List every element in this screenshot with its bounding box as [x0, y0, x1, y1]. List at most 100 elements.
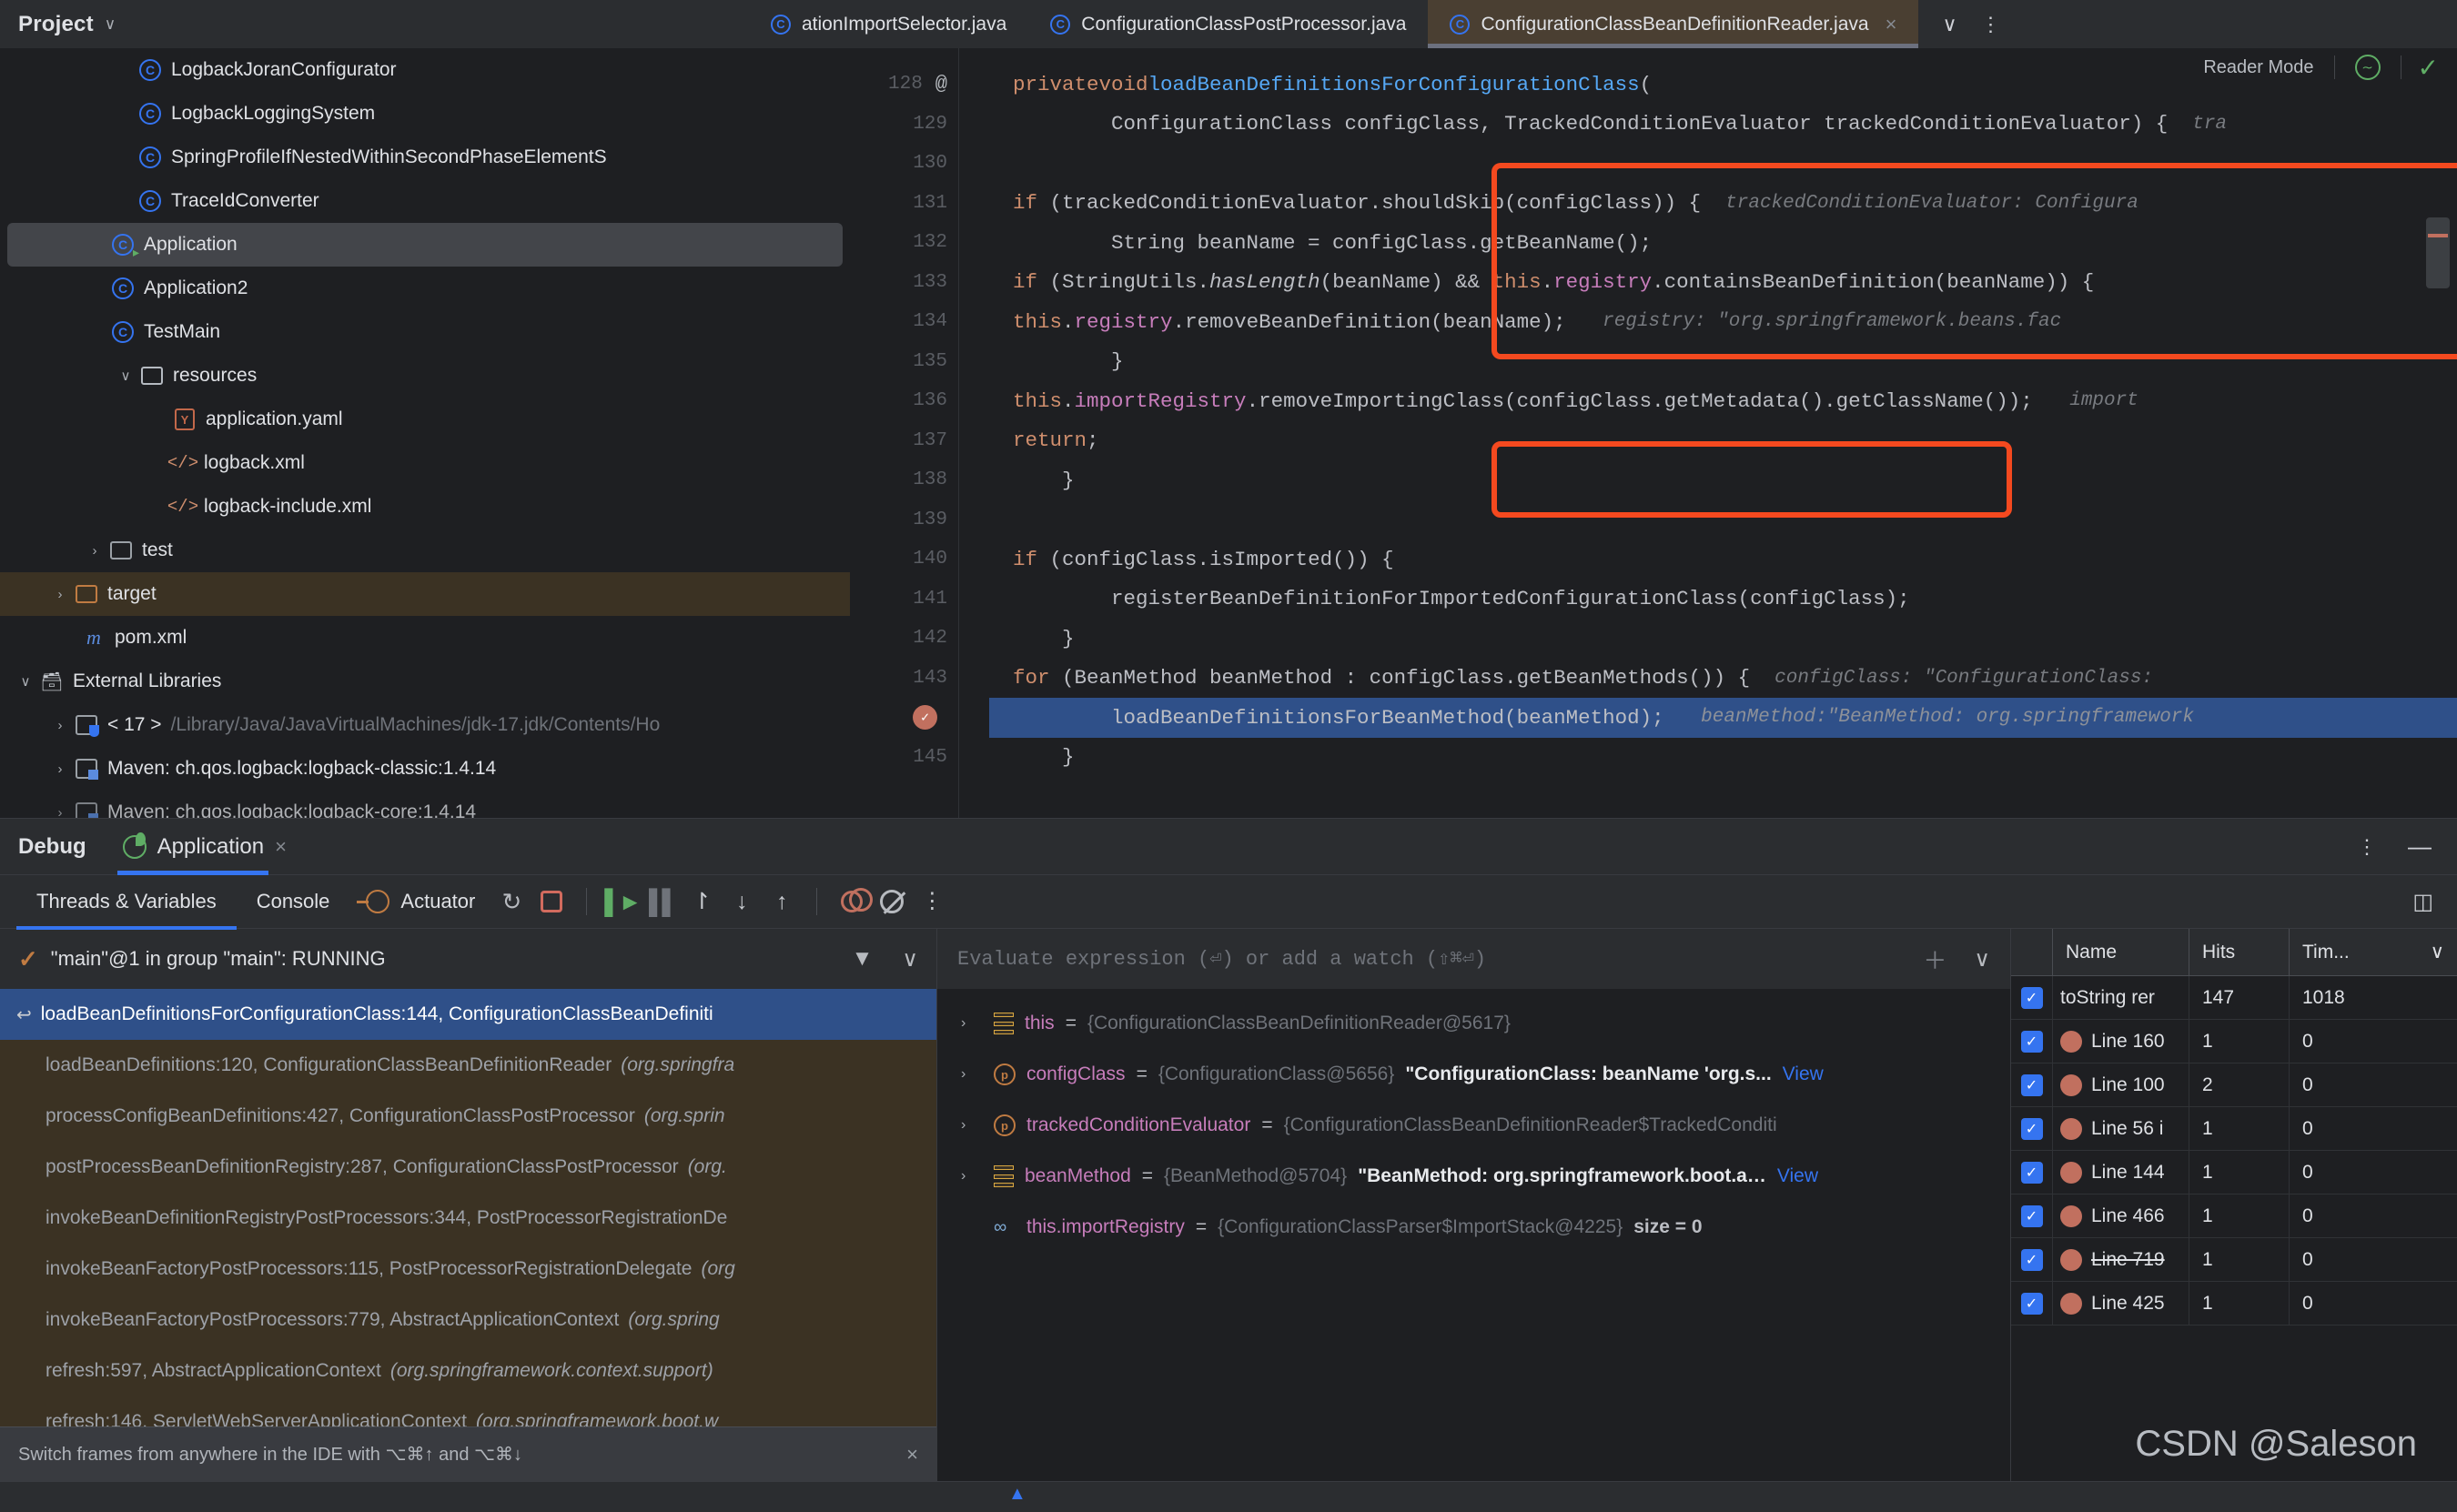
evaluate-expression-row[interactable]: Evaluate expression (⏎) or add a watch (…	[937, 929, 2010, 989]
tree-item-testmain[interactable]: C TestMain	[0, 310, 850, 354]
tree-item-maven-logback-core[interactable]: › Maven: ch.qos.logback:logback-core:1.4…	[0, 791, 850, 818]
step-out-icon[interactable]: ↑	[762, 882, 802, 922]
tree-item-target[interactable]: › target	[0, 572, 850, 616]
tree-item-logback-include-xml[interactable]: </> logback-include.xml	[0, 485, 850, 529]
column-header-name[interactable]: Name	[2053, 929, 2189, 975]
view-link[interactable]: View	[1777, 1165, 1818, 1187]
step-into-icon[interactable]: ↓	[722, 882, 762, 922]
rerun-debug-icon[interactable]: ↻	[491, 882, 531, 922]
tree-item-logback-logging-system[interactable]: C LogbackLoggingSystem	[0, 92, 850, 136]
chevron-down-icon[interactable]: ∨	[902, 946, 918, 973]
table-row[interactable]: ✓ toString rer 147 1018	[2011, 976, 2457, 1020]
filter-icon[interactable]: ▼	[852, 946, 874, 972]
breakpoint-enabled-checkbox[interactable]: ✓	[2011, 976, 2053, 1019]
tree-item-test[interactable]: › test	[0, 529, 850, 572]
code-editor[interactable]: 128 @ 129 130 131 132 133 134 135 136 137…	[851, 48, 2457, 818]
view-breakpoints-icon[interactable]	[872, 882, 912, 922]
checkmark-icon[interactable]: ✓	[2418, 53, 2439, 83]
debug-session-tab-application[interactable]: Application ×	[116, 819, 292, 875]
breakpoint-enabled-checkbox[interactable]: ✓	[2011, 1063, 2053, 1106]
stack-frame-row[interactable]: invokeBeanDefinitionRegistryPostProcesso…	[0, 1193, 936, 1244]
chevron-down-icon[interactable]: ∨	[113, 368, 138, 384]
view-link[interactable]: View	[1783, 1063, 1824, 1085]
tab-actuator[interactable]: Actuator	[349, 890, 491, 913]
resume-icon[interactable]: ▌►	[602, 882, 642, 922]
chevron-down-icon[interactable]: ∨	[2431, 941, 2444, 963]
project-tree[interactable]: C LogbackJoranConfigurator C LogbackLogg…	[0, 48, 851, 818]
error-stripe-marker[interactable]	[2426, 217, 2450, 288]
column-header-time[interactable]: Tim... ∨	[2290, 929, 2457, 975]
breakpoint-enabled-checkbox[interactable]: ✓	[2011, 1238, 2053, 1281]
chevron-down-icon[interactable]: ∨	[1942, 13, 1956, 36]
chevron-right-icon[interactable]: ›	[82, 543, 107, 559]
table-row[interactable]: ✓ Line 466 1 0	[2011, 1194, 2457, 1238]
editor-tab-post-processor[interactable]: C ConfigurationClassPostProcessor.java	[1028, 0, 1428, 48]
tree-item-application[interactable]: C Application	[7, 223, 843, 267]
table-row[interactable]: ✓ Line 56 i 1 0	[2011, 1107, 2457, 1151]
stop-icon[interactable]	[531, 882, 571, 922]
chevron-right-icon[interactable]: ›	[47, 587, 73, 602]
stack-frame-row[interactable]: invokeBeanFactoryPostProcessors:779, Abs…	[0, 1295, 936, 1346]
tree-item-maven-logback-classic[interactable]: › Maven: ch.qos.logback:logback-classic:…	[0, 747, 850, 791]
table-row[interactable]: ✓ Line 144 1 0	[2011, 1151, 2457, 1194]
close-icon[interactable]: ×	[906, 1443, 918, 1467]
stack-frame-row[interactable]: postProcessBeanDefinitionRegistry:287, C…	[0, 1142, 936, 1193]
tree-item-jdk17[interactable]: › < 17 > /Library/Java/JavaVirtualMachin…	[0, 703, 850, 747]
table-row[interactable]: ✓ Line 100 2 0	[2011, 1063, 2457, 1107]
breakpoint-enabled-checkbox[interactable]: ✓	[2011, 1020, 2053, 1063]
stack-frames-list[interactable]: ↩ loadBeanDefinitionsForConfigurationCla…	[0, 989, 936, 1426]
thread-selector[interactable]: ✓ "main"@1 in group "main": RUNNING ▼ ∨	[0, 929, 936, 989]
tree-item-pom-xml[interactable]: m pom.xml	[0, 616, 850, 660]
step-over-icon[interactable]: ↾	[682, 882, 722, 922]
table-row[interactable]: ✓ Line 719 1 0	[2011, 1238, 2457, 1282]
gutter-line-breakpoint[interactable]: ✓	[851, 698, 958, 738]
tree-item-logback-joran[interactable]: C LogbackJoranConfigurator	[0, 48, 850, 92]
stack-frame-row[interactable]: invokeBeanFactoryPostProcessors:115, Pos…	[0, 1244, 936, 1295]
breakpoint-enabled-checkbox[interactable]: ✓	[2011, 1194, 2053, 1237]
editor-tab-import-selector[interactable]: C ationImportSelector.java	[771, 0, 1028, 48]
tree-item-traceid-converter[interactable]: C TraceIdConverter	[0, 179, 850, 223]
pause-icon[interactable]: ▌▌	[642, 882, 682, 922]
column-header-hits[interactable]: Hits	[2189, 929, 2290, 975]
code-folding-bar[interactable]	[958, 48, 989, 818]
mute-breakpoints-icon[interactable]	[832, 882, 874, 922]
inspections-widget-icon[interactable]: ∼	[2354, 55, 2381, 80]
tree-item-application-yaml[interactable]: Y application.yaml	[0, 398, 850, 441]
tree-item-external-libraries[interactable]: ∨ 🗃 External Libraries	[0, 660, 850, 703]
variable-row-this[interactable]: › this = {ConfigurationClassBeanDefiniti…	[937, 998, 2010, 1049]
variables-list[interactable]: › this = {ConfigurationClassBeanDefiniti…	[937, 989, 2010, 1481]
tab-console[interactable]: Console	[237, 874, 350, 929]
project-toolbar[interactable]: Project ∨	[0, 0, 851, 48]
stack-frame-row[interactable]: ↩ loadBeanDefinitionsForConfigurationCla…	[0, 989, 936, 1040]
table-row[interactable]: ✓ Line 425 1 0	[2011, 1282, 2457, 1326]
expand-toggle-icon[interactable]: ›	[961, 1015, 983, 1032]
tree-item-application2[interactable]: C Application2	[0, 267, 850, 310]
breakpoints-rows[interactable]: ✓ toString rer 147 1018 ✓ Line 160 1 0 ✓…	[2011, 976, 2457, 1481]
reader-mode-label[interactable]: Reader Mode	[2203, 57, 2333, 78]
stack-frame-row[interactable]: processConfigBeanDefinitions:427, Config…	[0, 1091, 936, 1142]
more-icon[interactable]: ⋮	[1981, 14, 2001, 34]
tree-item-logback-xml[interactable]: </> logback.xml	[0, 441, 850, 485]
variable-row-beanmethod[interactable]: › beanMethod = {BeanMethod@5704} "BeanMe…	[937, 1151, 2010, 1202]
more-icon[interactable]: ⋮	[2357, 836, 2377, 856]
evaluate-expression-input[interactable]: Evaluate expression (⏎) or add a watch (…	[957, 947, 1486, 971]
variable-row-importregistry[interactable]: • ∞ this.importRegistry = {Configuration…	[937, 1202, 2010, 1253]
chevron-down-icon[interactable]: ∨	[105, 16, 116, 32]
stack-frame-row[interactable]: refresh:146, ServletWebServerApplication…	[0, 1396, 936, 1426]
editor-tab-bean-definition-reader[interactable]: C ConfigurationClassBeanDefinitionReader…	[1428, 0, 1919, 48]
tree-item-spring-profile-if-nested[interactable]: C SpringProfileIfNestedWithinSecondPhase…	[0, 136, 850, 179]
close-icon[interactable]: ×	[1886, 13, 1897, 36]
breakpoint-enabled-checkbox[interactable]: ✓	[2011, 1107, 2053, 1150]
stack-frame-row[interactable]: loadBeanDefinitions:120, ConfigurationCl…	[0, 1040, 936, 1091]
minimize-icon[interactable]: —	[2408, 832, 2432, 861]
expand-toggle-icon[interactable]: ›	[961, 1066, 983, 1083]
chevron-right-icon[interactable]: ›	[47, 718, 73, 733]
expand-toggle-icon[interactable]: ›	[961, 1117, 983, 1134]
add-watch-icon[interactable]: ＋	[1923, 942, 1946, 976]
tree-item-resources[interactable]: ∨ resources	[0, 354, 850, 398]
breakpoint-enabled-checkbox[interactable]: ✓	[2011, 1282, 2053, 1325]
breakpoint-enabled-checkbox[interactable]: ✓	[2011, 1151, 2053, 1194]
layout-settings-icon[interactable]: ◫	[2412, 889, 2457, 915]
variable-row-trackedconditionevaluator[interactable]: › p trackedConditionEvaluator = {Configu…	[937, 1100, 2010, 1151]
line-number-gutter[interactable]: 128 @ 129 130 131 132 133 134 135 136 137…	[851, 48, 958, 818]
